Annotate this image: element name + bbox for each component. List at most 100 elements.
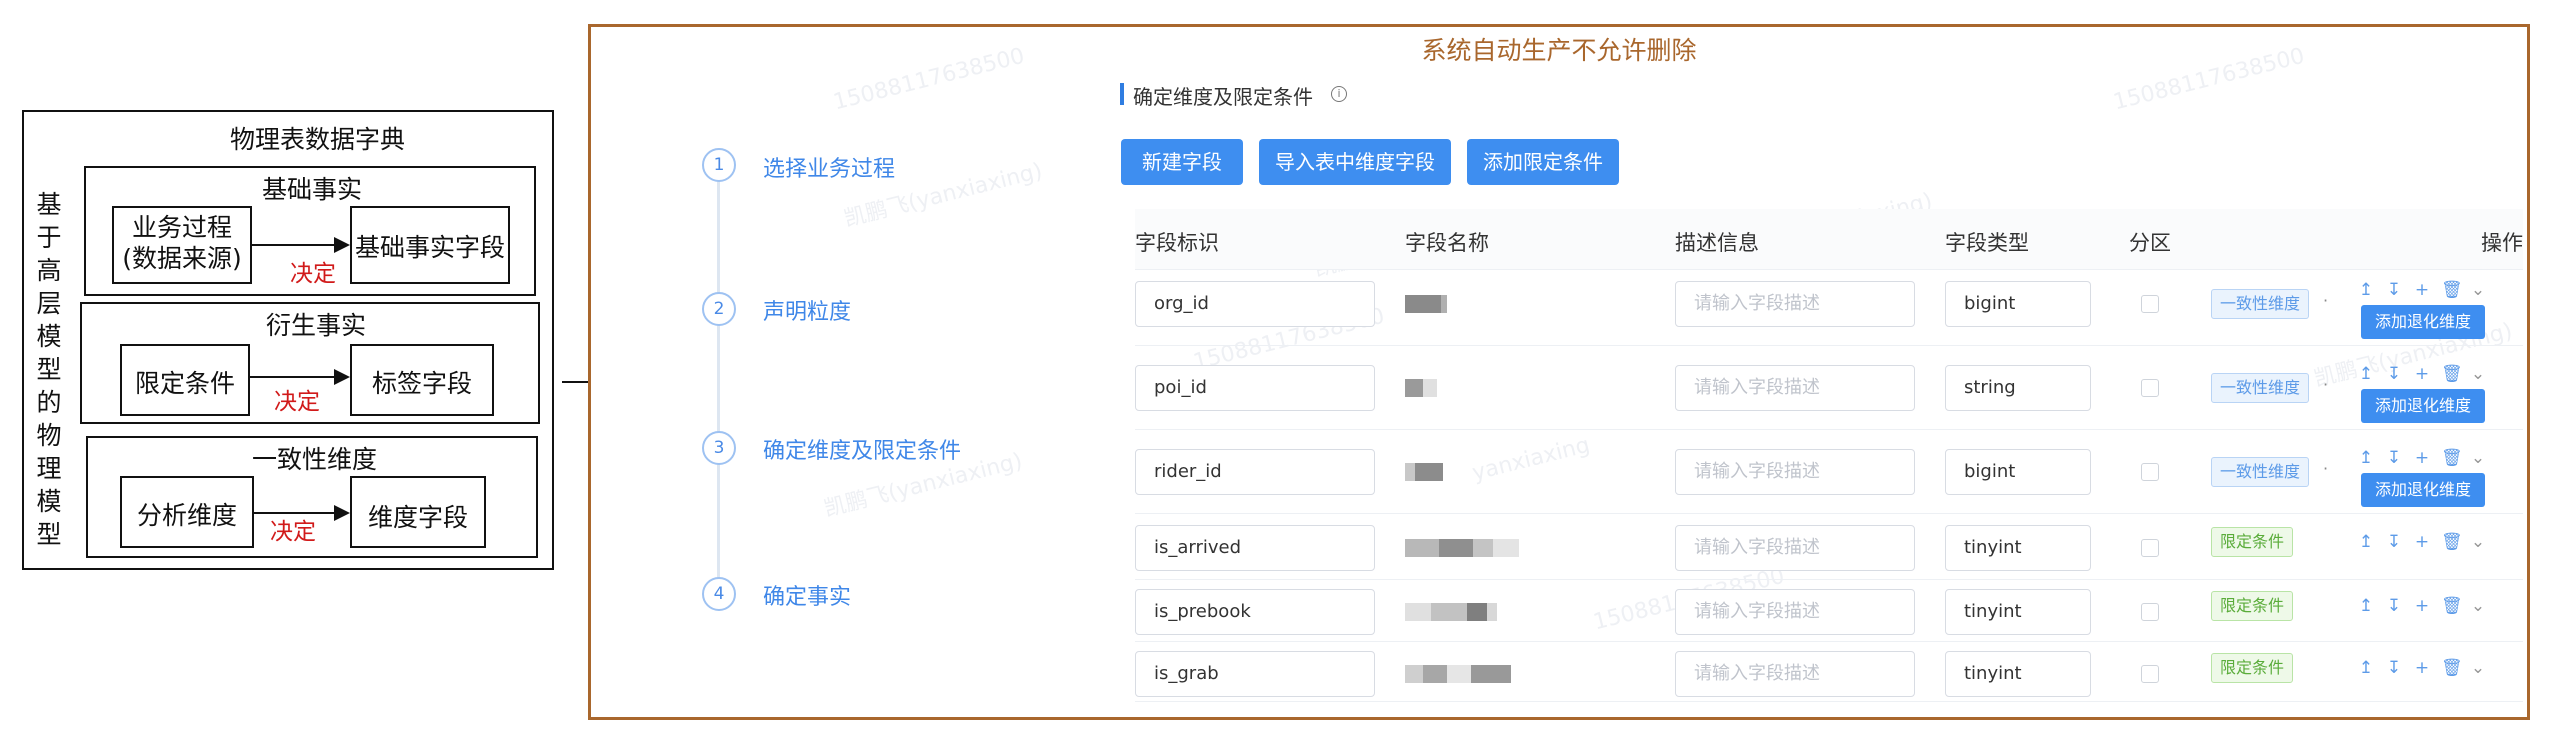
blurred-field-name [1405,665,1423,683]
section-title-bar [1120,83,1124,105]
column-header-description: 描述信息 [1675,231,1759,255]
import-dimension-fields-button[interactable]: 导入表中维度字段 [1259,139,1451,185]
field-type-select[interactable]: bigint [1945,449,2091,495]
row-separator [1135,701,2523,702]
row-separator [1135,269,2523,270]
add-icon[interactable]: + [2413,365,2431,383]
step-4-label[interactable]: 确定事实 [763,579,851,611]
step-2-circle[interactable]: 2 [702,292,736,326]
move-down-icon[interactable]: ↧ [2385,281,2403,299]
add-icon[interactable]: + [2413,659,2431,677]
collapse-icon[interactable]: ⌄ [2469,659,2487,677]
field-id-input[interactable]: is_grab [1135,651,1375,697]
step-1-circle[interactable]: 1 [702,148,736,182]
conformed-dimension-tag: 一致性维度 [2211,457,2310,487]
add-degenerate-dimension-button[interactable]: 添加退化维度 [2361,389,2486,423]
box-business-process-label: 业务过程 (数据来源) [122,213,242,273]
description-input[interactable]: 请输入字段描述 [1675,449,1915,495]
qualifier-tag: 限定条件 [2211,591,2294,621]
delete-icon[interactable]: 🗑 [2441,533,2463,551]
description-input[interactable]: 请输入字段描述 [1675,365,1915,411]
blurred-field-name [1493,539,1519,557]
move-up-icon[interactable]: ↥ [2357,533,2375,551]
step-2-label[interactable]: 声明粒度 [763,294,851,326]
delete-icon[interactable]: 🗑 [2441,281,2463,299]
field-id-input[interactable]: poi_id [1135,365,1375,411]
field-type-select[interactable]: tinyint [1945,525,2091,571]
delete-icon[interactable]: 🗑 [2441,597,2463,615]
step-connector [717,149,720,579]
field-type-select[interactable]: tinyint [1945,589,2091,635]
partition-checkbox[interactable] [2141,379,2159,397]
field-type-select[interactable]: string [1945,365,2091,411]
description-input[interactable]: 请输入字段描述 [1675,589,1915,635]
move-down-icon[interactable]: ↧ [2385,449,2403,467]
collapse-icon[interactable]: ⌄ [2469,597,2487,615]
column-header-field-type: 字段类型 [1945,231,2029,255]
blurred-field-name [1439,539,1473,557]
delete-icon[interactable]: 🗑 [2441,365,2463,383]
field-id-input[interactable]: org_id [1135,281,1375,327]
partition-checkbox[interactable] [2141,603,2159,621]
new-field-button[interactable]: 新建字段 [1121,139,1243,185]
arrow-line [250,376,336,378]
delete-icon[interactable]: 🗑 [2441,659,2463,677]
collapse-icon[interactable]: ⌄ [2469,281,2487,299]
row-separator [1135,345,2523,346]
move-up-icon[interactable]: ↥ [2357,365,2375,383]
partition-checkbox[interactable] [2141,463,2159,481]
blurred-field-name [1415,463,1443,481]
info-icon[interactable]: i [1331,86,1347,102]
move-down-icon[interactable]: ↧ [2385,365,2403,383]
collapse-icon[interactable]: ⌄ [2469,533,2487,551]
partition-checkbox[interactable] [2141,539,2159,557]
blurred-field-name [1405,539,1439,557]
step-1-label[interactable]: 选择业务过程 [763,151,895,183]
move-up-icon[interactable]: ↥ [2357,449,2375,467]
description-input[interactable]: 请输入字段描述 [1675,651,1915,697]
move-up-icon[interactable]: ↥ [2357,281,2375,299]
move-down-icon[interactable]: ↧ [2385,659,2403,677]
collapse-icon[interactable]: ⌄ [2469,449,2487,467]
arrow-line [252,244,336,246]
relation-label: 决定 [270,519,316,545]
step-3-circle[interactable]: 3 [702,431,736,465]
move-up-icon[interactable]: ↥ [2357,597,2375,615]
add-icon[interactable]: + [2413,449,2431,467]
arrow-head [334,505,350,521]
box-basic-fact-field-label: 基础事实字段 [354,233,505,262]
field-type-select[interactable]: bigint [1945,281,2091,327]
step-3-label[interactable]: 确定维度及限定条件 [763,433,961,465]
add-icon[interactable]: + [2413,281,2431,299]
add-degenerate-dimension-button[interactable]: 添加退化维度 [2361,473,2486,507]
row-separator [1135,429,2523,430]
description-input[interactable]: 请输入字段描述 [1675,281,1915,327]
partition-checkbox[interactable] [2141,295,2159,313]
field-id-input[interactable]: rider_id [1135,449,1375,495]
separator-dot: · [2323,459,2329,478]
field-type-select[interactable]: tinyint [1945,651,2091,697]
blurred-field-name [1471,665,1511,683]
step-4-circle[interactable]: 4 [702,577,736,611]
add-degenerate-dimension-button[interactable]: 添加退化维度 [2361,305,2486,339]
field-id-input[interactable]: is_arrived [1135,525,1375,571]
blurred-field-name [1467,603,1487,621]
add-qualifier-button[interactable]: 添加限定条件 [1467,139,1619,185]
delete-icon[interactable]: 🗑 [2441,449,2463,467]
table-header-bg [1135,209,2523,269]
diagram-outer-title: 物理表数据字典 [230,125,406,154]
blurred-field-name [1405,295,1441,313]
move-down-icon[interactable]: ↧ [2385,533,2403,551]
description-input[interactable]: 请输入字段描述 [1675,525,1915,571]
field-id-input[interactable]: is_prebook [1135,589,1375,635]
move-down-icon[interactable]: ↧ [2385,597,2403,615]
qualifier-tag: 限定条件 [2211,527,2294,557]
collapse-icon[interactable]: ⌄ [2469,365,2487,383]
add-icon[interactable]: + [2413,533,2431,551]
add-icon[interactable]: + [2413,597,2431,615]
blurred-field-name [1447,665,1471,683]
box-qualifier-label: 限定条件 [134,369,235,398]
move-up-icon[interactable]: ↥ [2357,659,2375,677]
partition-checkbox[interactable] [2141,665,2159,683]
row-separator [1135,579,2523,580]
